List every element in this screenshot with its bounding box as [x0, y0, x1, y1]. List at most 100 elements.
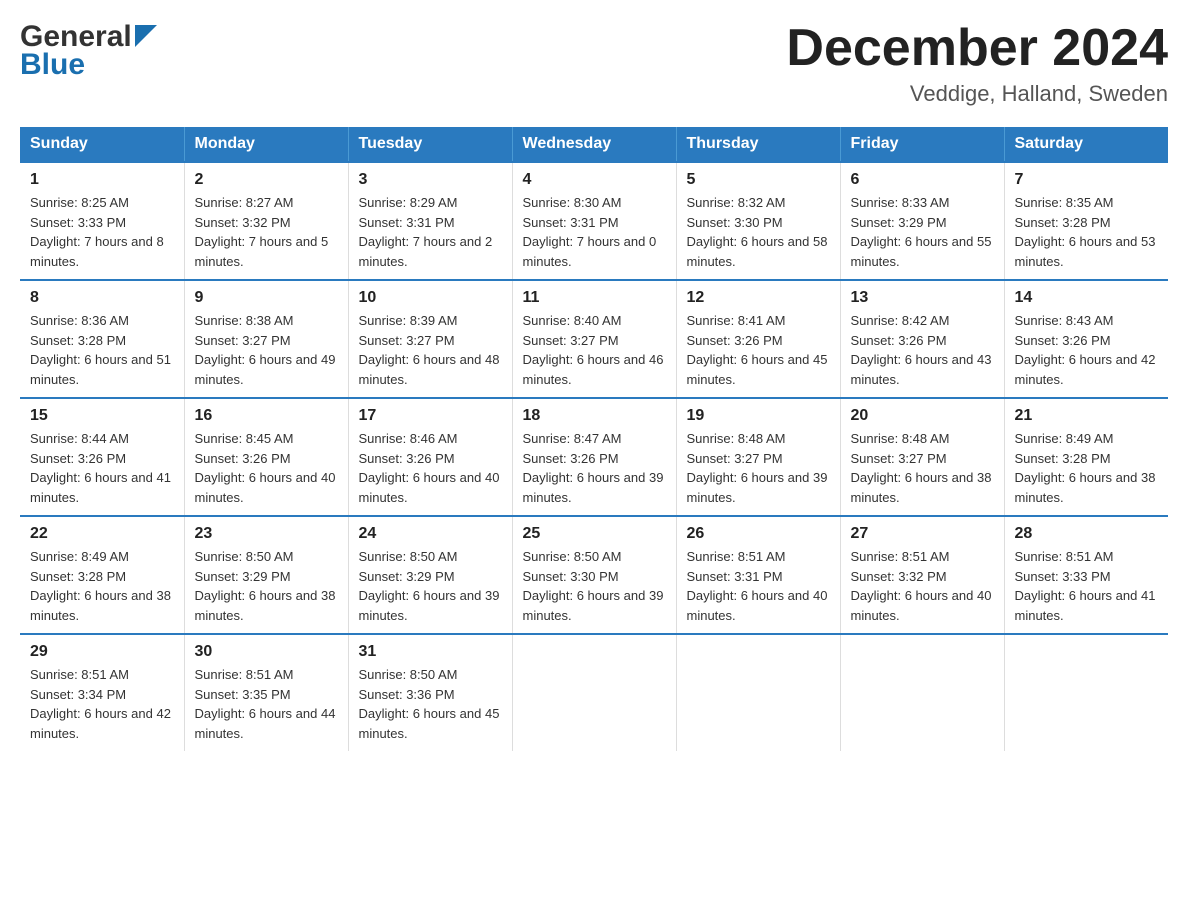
day-number: 10	[359, 289, 502, 307]
day-number: 18	[523, 407, 666, 425]
day-number: 17	[359, 407, 502, 425]
day-number: 28	[1015, 525, 1159, 543]
day-cell: 23 Sunrise: 8:50 AM Sunset: 3:29 PM Dayl…	[184, 516, 348, 634]
day-cell: 12 Sunrise: 8:41 AM Sunset: 3:26 PM Dayl…	[676, 280, 840, 398]
day-cell: 2 Sunrise: 8:27 AM Sunset: 3:32 PM Dayli…	[184, 162, 348, 280]
day-info: Sunrise: 8:25 AM Sunset: 3:33 PM Dayligh…	[30, 193, 174, 271]
day-info: Sunrise: 8:47 AM Sunset: 3:26 PM Dayligh…	[523, 429, 666, 507]
day-cell: 25 Sunrise: 8:50 AM Sunset: 3:30 PM Dayl…	[512, 516, 676, 634]
day-info: Sunrise: 8:49 AM Sunset: 3:28 PM Dayligh…	[1015, 429, 1159, 507]
calendar-table: Sunday Monday Tuesday Wednesday Thursday…	[20, 127, 1168, 751]
day-cell: 10 Sunrise: 8:39 AM Sunset: 3:27 PM Dayl…	[348, 280, 512, 398]
day-cell: 7 Sunrise: 8:35 AM Sunset: 3:28 PM Dayli…	[1004, 162, 1168, 280]
day-number: 16	[195, 407, 338, 425]
day-cell: 15 Sunrise: 8:44 AM Sunset: 3:26 PM Dayl…	[20, 398, 184, 516]
day-number: 31	[359, 643, 502, 661]
week-row-1: 1 Sunrise: 8:25 AM Sunset: 3:33 PM Dayli…	[20, 162, 1168, 280]
day-cell	[840, 634, 1004, 751]
day-cell: 18 Sunrise: 8:47 AM Sunset: 3:26 PM Dayl…	[512, 398, 676, 516]
day-info: Sunrise: 8:51 AM Sunset: 3:32 PM Dayligh…	[851, 547, 994, 625]
day-info: Sunrise: 8:50 AM Sunset: 3:36 PM Dayligh…	[359, 665, 502, 743]
day-number: 13	[851, 289, 994, 307]
day-number: 6	[851, 171, 994, 189]
day-number: 5	[687, 171, 830, 189]
day-number: 11	[523, 289, 666, 307]
col-thursday: Thursday	[676, 127, 840, 162]
day-cell	[676, 634, 840, 751]
calendar-header: Sunday Monday Tuesday Wednesday Thursday…	[20, 127, 1168, 162]
day-cell: 31 Sunrise: 8:50 AM Sunset: 3:36 PM Dayl…	[348, 634, 512, 751]
day-cell: 8 Sunrise: 8:36 AM Sunset: 3:28 PM Dayli…	[20, 280, 184, 398]
day-number: 21	[1015, 407, 1159, 425]
day-info: Sunrise: 8:44 AM Sunset: 3:26 PM Dayligh…	[30, 429, 174, 507]
day-number: 2	[195, 171, 338, 189]
day-cell: 11 Sunrise: 8:40 AM Sunset: 3:27 PM Dayl…	[512, 280, 676, 398]
day-info: Sunrise: 8:51 AM Sunset: 3:33 PM Dayligh…	[1015, 547, 1159, 625]
day-info: Sunrise: 8:45 AM Sunset: 3:26 PM Dayligh…	[195, 429, 338, 507]
day-cell	[1004, 634, 1168, 751]
day-number: 20	[851, 407, 994, 425]
day-cell: 16 Sunrise: 8:45 AM Sunset: 3:26 PM Dayl…	[184, 398, 348, 516]
day-cell: 17 Sunrise: 8:46 AM Sunset: 3:26 PM Dayl…	[348, 398, 512, 516]
day-number: 25	[523, 525, 666, 543]
day-number: 3	[359, 171, 502, 189]
day-info: Sunrise: 8:35 AM Sunset: 3:28 PM Dayligh…	[1015, 193, 1159, 271]
col-friday: Friday	[840, 127, 1004, 162]
day-cell: 20 Sunrise: 8:48 AM Sunset: 3:27 PM Dayl…	[840, 398, 1004, 516]
day-cell: 3 Sunrise: 8:29 AM Sunset: 3:31 PM Dayli…	[348, 162, 512, 280]
day-info: Sunrise: 8:50 AM Sunset: 3:29 PM Dayligh…	[195, 547, 338, 625]
day-info: Sunrise: 8:43 AM Sunset: 3:26 PM Dayligh…	[1015, 311, 1159, 389]
day-number: 9	[195, 289, 338, 307]
logo-triangle-icon	[135, 25, 157, 47]
day-number: 19	[687, 407, 830, 425]
day-info: Sunrise: 8:40 AM Sunset: 3:27 PM Dayligh…	[523, 311, 666, 389]
day-info: Sunrise: 8:50 AM Sunset: 3:30 PM Dayligh…	[523, 547, 666, 625]
day-cell: 1 Sunrise: 8:25 AM Sunset: 3:33 PM Dayli…	[20, 162, 184, 280]
day-info: Sunrise: 8:49 AM Sunset: 3:28 PM Dayligh…	[30, 547, 174, 625]
day-cell: 24 Sunrise: 8:50 AM Sunset: 3:29 PM Dayl…	[348, 516, 512, 634]
day-cell: 6 Sunrise: 8:33 AM Sunset: 3:29 PM Dayli…	[840, 162, 1004, 280]
day-cell: 5 Sunrise: 8:32 AM Sunset: 3:30 PM Dayli…	[676, 162, 840, 280]
day-number: 30	[195, 643, 338, 661]
day-cell: 22 Sunrise: 8:49 AM Sunset: 3:28 PM Dayl…	[20, 516, 184, 634]
day-info: Sunrise: 8:50 AM Sunset: 3:29 PM Dayligh…	[359, 547, 502, 625]
day-info: Sunrise: 8:33 AM Sunset: 3:29 PM Dayligh…	[851, 193, 994, 271]
day-number: 26	[687, 525, 830, 543]
day-number: 29	[30, 643, 174, 661]
col-saturday: Saturday	[1004, 127, 1168, 162]
day-cell: 19 Sunrise: 8:48 AM Sunset: 3:27 PM Dayl…	[676, 398, 840, 516]
day-cell: 26 Sunrise: 8:51 AM Sunset: 3:31 PM Dayl…	[676, 516, 840, 634]
day-info: Sunrise: 8:51 AM Sunset: 3:34 PM Dayligh…	[30, 665, 174, 743]
calendar-body: 1 Sunrise: 8:25 AM Sunset: 3:33 PM Dayli…	[20, 162, 1168, 751]
logo-blue: Blue	[20, 48, 85, 82]
day-number: 1	[30, 171, 174, 189]
day-cell: 4 Sunrise: 8:30 AM Sunset: 3:31 PM Dayli…	[512, 162, 676, 280]
day-number: 27	[851, 525, 994, 543]
day-info: Sunrise: 8:30 AM Sunset: 3:31 PM Dayligh…	[523, 193, 666, 271]
day-number: 12	[687, 289, 830, 307]
day-cell: 14 Sunrise: 8:43 AM Sunset: 3:26 PM Dayl…	[1004, 280, 1168, 398]
day-info: Sunrise: 8:48 AM Sunset: 3:27 PM Dayligh…	[851, 429, 994, 507]
day-cell: 29 Sunrise: 8:51 AM Sunset: 3:34 PM Dayl…	[20, 634, 184, 751]
day-cell: 21 Sunrise: 8:49 AM Sunset: 3:28 PM Dayl…	[1004, 398, 1168, 516]
col-sunday: Sunday	[20, 127, 184, 162]
col-wednesday: Wednesday	[512, 127, 676, 162]
day-cell	[512, 634, 676, 751]
day-info: Sunrise: 8:42 AM Sunset: 3:26 PM Dayligh…	[851, 311, 994, 389]
col-tuesday: Tuesday	[348, 127, 512, 162]
day-number: 23	[195, 525, 338, 543]
day-number: 14	[1015, 289, 1159, 307]
logo: General Blue	[20, 20, 157, 82]
day-info: Sunrise: 8:32 AM Sunset: 3:30 PM Dayligh…	[687, 193, 830, 271]
day-info: Sunrise: 8:41 AM Sunset: 3:26 PM Dayligh…	[687, 311, 830, 389]
month-title: December 2024	[786, 20, 1168, 77]
day-info: Sunrise: 8:46 AM Sunset: 3:26 PM Dayligh…	[359, 429, 502, 507]
week-row-5: 29 Sunrise: 8:51 AM Sunset: 3:34 PM Dayl…	[20, 634, 1168, 751]
location: Veddige, Halland, Sweden	[786, 81, 1168, 107]
day-info: Sunrise: 8:48 AM Sunset: 3:27 PM Dayligh…	[687, 429, 830, 507]
day-number: 24	[359, 525, 502, 543]
day-cell: 28 Sunrise: 8:51 AM Sunset: 3:33 PM Dayl…	[1004, 516, 1168, 634]
day-number: 15	[30, 407, 174, 425]
day-cell: 9 Sunrise: 8:38 AM Sunset: 3:27 PM Dayli…	[184, 280, 348, 398]
day-cell: 30 Sunrise: 8:51 AM Sunset: 3:35 PM Dayl…	[184, 634, 348, 751]
